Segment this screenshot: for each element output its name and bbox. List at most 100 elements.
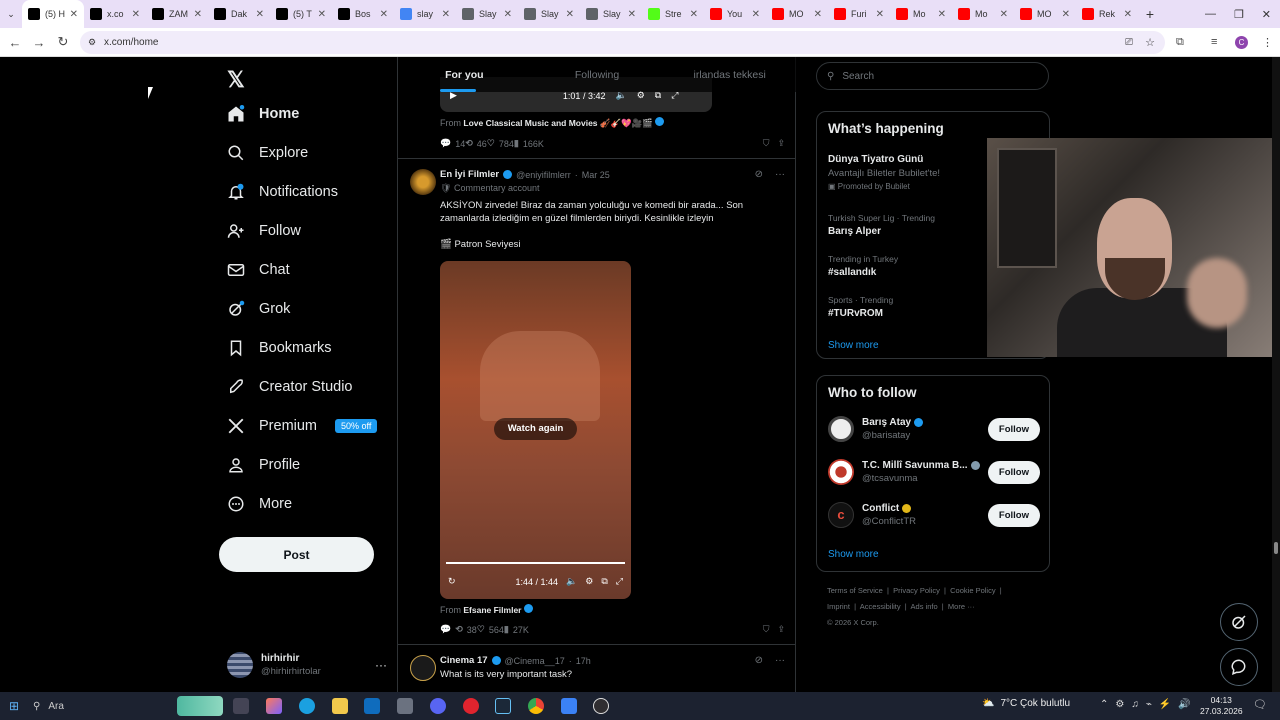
views-button[interactable]: ▮ 166K: [514, 138, 544, 149]
opera-icon[interactable]: [463, 698, 479, 714]
app-icon[interactable]: [397, 698, 413, 714]
browser-tab[interactable]: Mo ✕: [890, 0, 952, 28]
weather-widget[interactable]: ⛅ 7°C Çok bulutlu: [982, 698, 1070, 709]
windows-start-icon[interactable]: ⊞: [9, 699, 19, 713]
nav-follow[interactable]: Follow: [227, 222, 301, 240]
pip-icon[interactable]: ⧉: [601, 576, 607, 587]
browser-tab[interactable]: Slay ✕: [580, 0, 642, 28]
maximize-button[interactable]: ❐: [1234, 8, 1244, 21]
close-window-button[interactable]: ✕: [1262, 8, 1271, 21]
taskbar-search[interactable]: ⚲ Ara: [33, 695, 223, 717]
url-field[interactable]: ⚙ x.com/home ⎚ ☆: [80, 31, 1165, 54]
browser-tab[interactable]: Mo ✕: [952, 0, 1014, 28]
close-tab-icon[interactable]: ✕: [938, 9, 946, 20]
trend-item[interactable]: Trending in Turkey #sallandık: [828, 254, 898, 278]
browser-tab[interactable]: Slay ✕: [456, 0, 518, 28]
footer-link[interactable]: Terms of Service: [827, 586, 883, 595]
close-tab-icon[interactable]: ✕: [1000, 9, 1008, 20]
tab-search-button[interactable]: ⌄: [0, 0, 22, 28]
close-tab-icon[interactable]: ✕: [194, 9, 202, 20]
pip-icon[interactable]: ⧉: [655, 90, 661, 101]
profile-avatar[interactable]: C: [1235, 35, 1248, 49]
nav-explore[interactable]: Explore: [227, 144, 308, 162]
avatar[interactable]: [410, 169, 436, 195]
post-author-handle[interactable]: @eniyifilmlerr: [516, 170, 571, 180]
browser-tab[interactable]: Dak ✕: [208, 0, 270, 28]
footer-link[interactable]: Imprint: [827, 602, 850, 611]
volume-icon[interactable]: 🔈: [566, 576, 577, 587]
forward-button[interactable]: →: [27, 35, 51, 50]
settings-icon[interactable]: ⚙: [585, 576, 593, 587]
share-icon[interactable]: ⇪: [777, 624, 785, 635]
close-tab-icon[interactable]: ✕: [752, 9, 760, 20]
post-date[interactable]: 17h: [576, 656, 591, 666]
close-tab-icon[interactable]: ✕: [132, 9, 140, 20]
footer-link[interactable]: Privacy Policy: [893, 586, 940, 595]
follow-button[interactable]: Follow: [987, 503, 1040, 527]
close-tab-icon[interactable]: ✕: [876, 9, 884, 20]
watch-again-button[interactable]: Watch again: [494, 418, 577, 440]
minimize-button[interactable]: —: [1205, 8, 1216, 20]
mail-icon[interactable]: [364, 698, 380, 714]
fullscreen-icon[interactable]: ⤢: [616, 576, 623, 587]
nav-premium[interactable]: Premium 50% off: [227, 417, 378, 435]
browser-menu-icon[interactable]: ⋮: [1262, 36, 1273, 49]
close-tab-icon[interactable]: ✕: [1062, 9, 1070, 20]
play-icon[interactable]: ▶: [450, 90, 457, 101]
show-more-link[interactable]: Show more: [828, 340, 879, 351]
bookmark-star-icon[interactable]: ☆: [1145, 36, 1155, 49]
close-tab-icon[interactable]: ✕: [566, 9, 574, 20]
reload-button[interactable]: ↻: [51, 34, 75, 50]
file-explorer-icon[interactable]: [332, 698, 348, 714]
browser-tab[interactable]: Rek ✕: [1076, 0, 1138, 28]
nav-profile[interactable]: Profile: [227, 456, 300, 474]
browser-tab[interactable]: slay ✕: [394, 0, 456, 28]
more-dots-icon[interactable]: ···: [375, 658, 387, 672]
video-source-name[interactable]: Efsane Filmler: [463, 605, 521, 615]
notifications-icon[interactable]: 🗨: [1253, 698, 1267, 711]
close-tab-icon[interactable]: ✕: [690, 9, 698, 20]
follow-button[interactable]: Follow: [987, 417, 1040, 441]
taskbar-clock[interactable]: 04:13 27.03.2026: [1200, 695, 1243, 717]
tab-for-you[interactable]: For you: [398, 57, 531, 92]
close-tab-icon[interactable]: ✕: [318, 9, 326, 20]
chat-float-button[interactable]: [1220, 648, 1258, 686]
copilot-icon[interactable]: [266, 698, 282, 714]
extensions-icon[interactable]: ⧉: [1176, 36, 1184, 49]
browser-tab[interactable]: (5) H ✕: [22, 0, 84, 28]
new-tab-button[interactable]: +: [1138, 6, 1162, 22]
nav-chat[interactable]: Chat: [227, 261, 290, 279]
close-tab-icon[interactable]: ✕: [256, 9, 264, 20]
repost-button[interactable]: ⟲ 46: [465, 138, 487, 149]
x-logo-icon[interactable]: 𝕏: [227, 67, 245, 93]
scrollbar-thumb[interactable]: [1274, 542, 1278, 554]
app-icon[interactable]: [561, 698, 577, 714]
nav-more[interactable]: More: [227, 495, 292, 513]
browser-tab[interactable]: Furi ✕: [828, 0, 890, 28]
nav-bookmarks[interactable]: Bookmarks: [227, 339, 332, 357]
like-button[interactable]: ♡ 784: [487, 138, 514, 149]
post-date[interactable]: Mar 25: [582, 170, 610, 180]
close-tab-icon[interactable]: ✕: [70, 9, 78, 20]
nav-grok[interactable]: Grok: [227, 300, 290, 318]
reply-button[interactable]: 💬 14: [440, 138, 465, 149]
back-button[interactable]: ←: [3, 35, 27, 50]
bookmark-action-icon[interactable]: ⛉: [763, 624, 770, 635]
video-source-name[interactable]: Love Classical Music and Movies 🎻🎸💖🎥🎬: [463, 118, 652, 128]
trend-item[interactable]: Turkish Super Lig · Trending Barış Alper: [828, 213, 935, 237]
close-tab-icon[interactable]: ✕: [380, 9, 388, 20]
browser-tab[interactable]: Slay ✕: [518, 0, 580, 28]
follow-button[interactable]: Follow: [987, 460, 1040, 484]
grok-float-button[interactable]: [1220, 603, 1258, 641]
post-author-name[interactable]: En İyi Filmler: [440, 169, 499, 180]
browser-tab[interactable]: ZAM ✕: [146, 0, 208, 28]
nav-creator-studio[interactable]: Creator Studio: [227, 378, 353, 396]
follow-suggestion[interactable]: Barış Atay @barisatay Follow: [828, 414, 1040, 444]
bookmark-action-icon[interactable]: ⛉: [763, 138, 770, 149]
footer-link[interactable]: Accessibility: [860, 602, 901, 611]
footer-link[interactable]: Cookie Policy: [950, 586, 995, 595]
search-input[interactable]: ⚲ Search: [816, 62, 1049, 90]
browser-tab[interactable]: Bos ✕: [332, 0, 394, 28]
steam-icon[interactable]: [495, 698, 511, 714]
like-button[interactable]: ♡ 564: [477, 624, 504, 635]
